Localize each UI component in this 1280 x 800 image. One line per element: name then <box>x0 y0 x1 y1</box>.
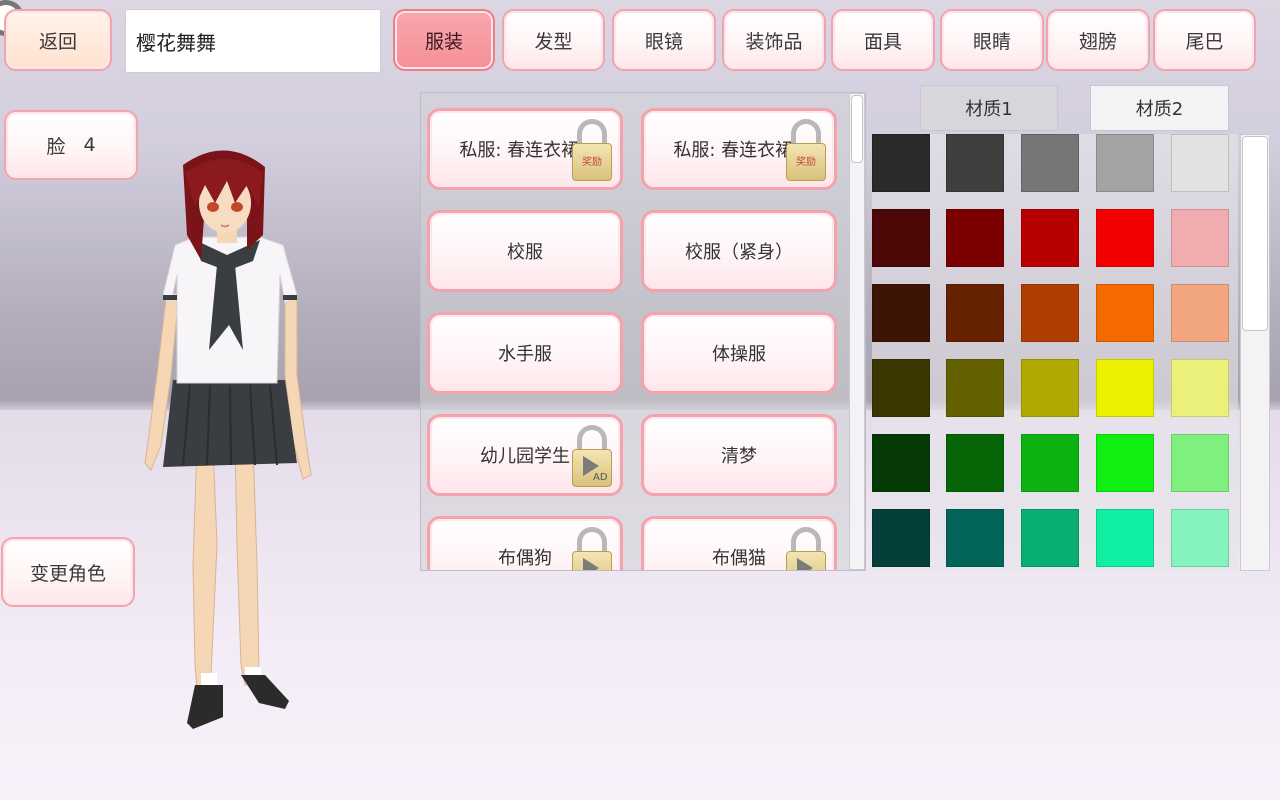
color-swatch[interactable] <box>1021 284 1079 342</box>
clothing-list-scrollbar[interactable] <box>849 93 865 570</box>
reward-lock-icon: 奖励 <box>786 119 826 181</box>
tab-tail[interactable]: 尾巴 <box>1153 9 1256 71</box>
clothing-item-spring-dress-2[interactable]: 私服: 春连衣裙2 奖励 <box>641 108 837 190</box>
color-swatch[interactable] <box>872 359 930 417</box>
clothing-item-qingmeng[interactable]: 清梦 <box>641 414 837 496</box>
clothing-item-label: 幼儿园学生 <box>480 446 570 467</box>
color-swatch[interactable] <box>946 509 1004 567</box>
clothing-item-spring-dress-1[interactable]: 私服: 春连衣裙1 奖励 <box>427 108 623 190</box>
color-swatch[interactable] <box>1021 359 1079 417</box>
color-swatch[interactable] <box>1021 434 1079 492</box>
clothing-item-gym-clothes[interactable]: 体操服 <box>641 312 837 394</box>
color-swatch[interactable] <box>946 134 1004 192</box>
color-swatch[interactable] <box>1021 509 1079 567</box>
color-swatch[interactable] <box>1021 209 1079 267</box>
color-swatch[interactable] <box>946 359 1004 417</box>
color-swatch[interactable] <box>1096 434 1154 492</box>
color-swatch[interactable] <box>1096 209 1154 267</box>
tab-mask-label: 面具 <box>863 30 902 53</box>
color-swatch[interactable] <box>1171 134 1229 192</box>
tab-hairstyle-label: 发型 <box>534 30 573 53</box>
face-value: 4 <box>83 134 96 156</box>
reward-lock-icon: 奖励 <box>572 119 612 181</box>
clothing-item-label: 布偶猫 <box>712 548 766 569</box>
color-swatch[interactable] <box>872 134 930 192</box>
tab-wings-label: 翅膀 <box>1078 30 1117 53</box>
clothing-item-label: 清梦 <box>721 446 757 467</box>
clothing-item-sailor-suit[interactable]: 水手服 <box>427 312 623 394</box>
tab-accessories-label: 装饰品 <box>745 30 803 53</box>
color-swatch[interactable] <box>1021 134 1079 192</box>
tab-tail-label: 尾巴 <box>1185 30 1224 53</box>
back-button[interactable]: 返回 <box>4 9 112 71</box>
clothing-item-school-uniform-tight[interactable]: 校服（紧身） <box>641 210 837 292</box>
ad-lock-icon <box>786 527 826 570</box>
material-tab-1[interactable]: 材质1 <box>920 85 1058 131</box>
color-swatch[interactable] <box>946 209 1004 267</box>
material-tab-2-label: 材质2 <box>1135 99 1184 120</box>
color-swatch[interactable] <box>1171 209 1229 267</box>
color-swatch[interactable] <box>1171 509 1229 567</box>
ad-lock-icon <box>572 527 612 570</box>
color-swatch[interactable] <box>1171 434 1229 492</box>
clothing-item-label: 布偶狗 <box>498 548 552 569</box>
material-tab-1-label: 材质1 <box>965 99 1013 120</box>
change-character-button[interactable]: 变更角色 <box>1 537 135 607</box>
clothing-item-label: 私服: 春连衣裙2 <box>673 140 805 161</box>
clothing-item-label: 水手服 <box>498 344 552 365</box>
character-model <box>144 150 312 729</box>
tab-wings[interactable]: 翅膀 <box>1046 9 1150 71</box>
color-swatch[interactable] <box>1096 509 1154 567</box>
tab-clothing[interactable]: 服装 <box>393 9 495 71</box>
clothing-item-label: 体操服 <box>712 344 766 365</box>
clothing-item-label: 私服: 春连衣裙1 <box>459 140 591 161</box>
tab-eyes[interactable]: 眼睛 <box>940 9 1044 71</box>
character-name-field[interactable]: 樱花舞舞 <box>125 9 381 73</box>
tab-mask[interactable]: 面具 <box>831 9 935 71</box>
color-swatch[interactable] <box>872 284 930 342</box>
tab-clothing-label: 服装 <box>424 30 463 53</box>
tab-glasses-label: 眼镜 <box>644 30 683 53</box>
tab-accessories[interactable]: 装饰品 <box>722 9 826 71</box>
clothing-item-puppet-cat[interactable]: 布偶猫 <box>641 516 837 570</box>
color-swatch[interactable] <box>1096 284 1154 342</box>
tab-glasses[interactable]: 眼镜 <box>612 9 716 71</box>
color-swatch[interactable] <box>1096 134 1154 192</box>
clothing-list-scroll-thumb[interactable] <box>851 95 863 163</box>
color-swatch[interactable] <box>872 509 930 567</box>
back-button-label: 返回 <box>38 30 77 53</box>
tab-eyes-label: 眼睛 <box>972 30 1011 53</box>
face-selector-button[interactable]: 脸 4 <box>4 110 138 180</box>
ad-lock-icon: AD <box>572 425 612 487</box>
color-swatch[interactable] <box>1171 284 1229 342</box>
color-swatch[interactable] <box>872 434 930 492</box>
color-swatch[interactable] <box>872 209 930 267</box>
clothing-item-kindergarten[interactable]: 幼儿园学生 AD <box>427 414 623 496</box>
tab-hairstyle[interactable]: 发型 <box>502 9 605 71</box>
color-swatch[interactable] <box>1171 359 1229 417</box>
color-swatch[interactable] <box>946 284 1004 342</box>
clothing-item-puppet-dog[interactable]: 布偶狗 <box>427 516 623 570</box>
color-swatch[interactable] <box>946 434 1004 492</box>
clothing-item-label: 校服（紧身） <box>685 242 793 263</box>
clothing-item-school-uniform[interactable]: 校服 <box>427 210 623 292</box>
character-name-value: 樱花舞舞 <box>136 30 216 55</box>
clothing-item-label: 校服 <box>507 242 543 263</box>
clothing-list-panel: 私服: 春连衣裙1 奖励 私服: 春连衣裙2 奖励 校服 校服（紧身） 水手服 … <box>420 92 866 571</box>
color-swatch[interactable] <box>1096 359 1154 417</box>
color-grid-scroll-thumb[interactable] <box>1242 136 1268 331</box>
change-character-label: 变更角色 <box>29 562 106 585</box>
color-grid-scrollbar[interactable] <box>1240 134 1270 571</box>
face-label: 脸 <box>46 135 66 158</box>
material-tab-2[interactable]: 材质2 <box>1090 85 1229 131</box>
color-swatch-grid <box>872 134 1238 571</box>
